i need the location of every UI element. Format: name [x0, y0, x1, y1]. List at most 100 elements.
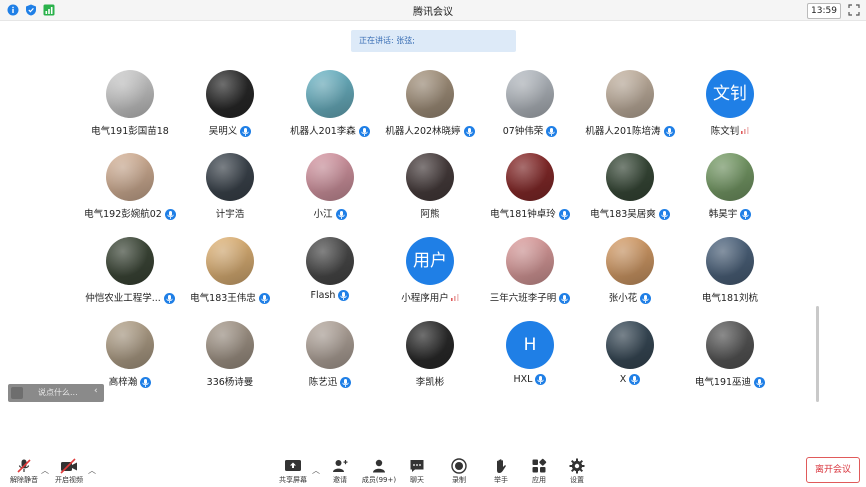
participant-tile[interactable]: H HXL: [480, 321, 580, 405]
participant-name: 电气183王伟忠: [190, 293, 256, 304]
mic-icon: [140, 377, 152, 388]
avatar-initials: [606, 153, 654, 201]
avatar: [706, 321, 754, 369]
participant-name: 李凯彬: [415, 377, 445, 388]
mic-icon: [338, 290, 350, 301]
participant-name: 机器人202林晓婷: [385, 126, 461, 137]
participant-tile[interactable]: Flash: [280, 237, 380, 321]
avatar-initials: [506, 153, 554, 201]
chevron-left-icon[interactable]: ‹: [94, 386, 98, 396]
video-options-chevron-icon[interactable]: ︿: [88, 465, 96, 476]
avatar: [206, 153, 254, 201]
participant-tile[interactable]: 电气191彭国苗18: [80, 70, 180, 154]
window-title: 腾讯会议: [413, 7, 453, 18]
participant-tile[interactable]: 电气192彭婉航02: [80, 153, 180, 237]
participant-tile[interactable]: 阿熊: [380, 153, 480, 237]
settings-button[interactable]: 设置: [555, 458, 599, 486]
avatar-initials: [406, 321, 454, 369]
leave-meeting-button[interactable]: 离开会议: [806, 457, 860, 483]
avatar: [306, 70, 354, 118]
avatar-initials: [106, 153, 154, 201]
participant-tile[interactable]: 韩昊宇: [680, 153, 780, 237]
participant-tile[interactable]: 计宇浩: [180, 153, 280, 237]
participant-tile[interactable]: 电气183吴居爽: [580, 153, 680, 237]
avatar: [206, 237, 254, 285]
participant-name: 吴明义: [208, 126, 238, 137]
volume-bars-icon: [450, 293, 459, 304]
grid-scrollbar[interactable]: [816, 306, 819, 402]
participant-tile[interactable]: 电气181刘杭: [680, 237, 780, 321]
record-icon: [451, 458, 467, 474]
participant-tile[interactable]: 电气183王伟忠: [180, 237, 280, 321]
avatar-initials: [706, 321, 754, 369]
avatar-initials: 用户: [413, 251, 447, 271]
participant-tile[interactable]: 电气181钟卓玲: [480, 153, 580, 237]
participant-tile[interactable]: 336杨诗曼: [180, 321, 280, 405]
participant-name: HXL: [513, 374, 533, 385]
record-button[interactable]: 录制: [437, 458, 481, 486]
avatar: [606, 321, 654, 369]
participant-name: 陈文钊: [710, 126, 740, 137]
avatar-initials: H: [523, 335, 537, 355]
participant-tile[interactable]: 用户小程序用户: [380, 237, 480, 321]
chat-button[interactable]: 聊天: [395, 458, 439, 486]
participant-tile[interactable]: 机器人201陈培涛: [580, 70, 680, 154]
avatar-initials: [106, 70, 154, 118]
apps-icon: [532, 458, 547, 473]
participant-tile[interactable]: 三年六班李子明: [480, 237, 580, 321]
avatar: [306, 237, 354, 285]
avatar-initials: [106, 321, 154, 369]
participant-name: 336杨诗曼: [206, 377, 254, 388]
participant-tile[interactable]: 机器人202林晓婷: [380, 70, 480, 154]
share-screen-button[interactable]: 共享屏幕: [271, 458, 315, 486]
participant-name: 电气183吴居爽: [590, 209, 656, 220]
avatar: [106, 153, 154, 201]
participant-tile[interactable]: 李凯彬: [380, 321, 480, 405]
avatar-initials: [206, 321, 254, 369]
avatar: [406, 321, 454, 369]
avatar-initials: [406, 70, 454, 118]
avatar-initials: [206, 237, 254, 285]
invite-button[interactable]: 邀请: [318, 458, 362, 486]
gear-icon: [569, 458, 585, 474]
participant-tile[interactable]: 07钟伟荣: [480, 70, 580, 154]
start-video-button[interactable]: 开启视频: [47, 458, 91, 486]
participant-tile[interactable]: 张小花: [580, 237, 680, 321]
participant-tile[interactable]: X: [580, 321, 680, 405]
participant-tile[interactable]: 小江: [280, 153, 380, 237]
mic-icon: [754, 377, 766, 388]
participant-name-row: 韩昊宇: [660, 206, 800, 220]
mic-icon: [240, 126, 252, 137]
avatar: [206, 70, 254, 118]
avatar: [706, 153, 754, 201]
avatar-initials: 文钊: [713, 84, 747, 104]
mic-muted-icon: [17, 459, 31, 473]
hand-icon: [497, 459, 506, 473]
avatar-initials: [706, 237, 754, 285]
participant-name-row: 陈文钊: [660, 123, 800, 137]
mic-icon: [629, 374, 641, 385]
participant-name: 机器人201陈培涛: [585, 126, 661, 137]
participant-tile[interactable]: 吴明义: [180, 70, 280, 154]
mic-icon: [740, 209, 752, 220]
avatar: [506, 237, 554, 285]
participant-tile[interactable]: 仲恺农业工程学...: [80, 237, 180, 321]
fullscreen-icon[interactable]: [848, 4, 860, 16]
participant-name: 电气192彭婉航02: [84, 209, 162, 220]
chat-quick-input[interactable]: 说点什么... ‹: [8, 384, 104, 402]
speaking-banner: 正在讲话: 张弦;: [351, 30, 516, 52]
unmute-button[interactable]: 解除静音: [2, 458, 46, 486]
avatar: [406, 153, 454, 201]
participant-name: 陈艺迅: [308, 377, 338, 388]
participant-tile[interactable]: 文钊 陈文钊: [680, 70, 780, 154]
participant-name: 小江: [313, 209, 333, 220]
participant-tile[interactable]: 机器人201李森: [280, 70, 380, 154]
participant-name: 韩昊宇: [708, 209, 738, 220]
avatar-initials: [306, 321, 354, 369]
chat-icon: [11, 387, 23, 399]
participant-tile[interactable]: 陈艺迅: [280, 321, 380, 405]
participant-name: 小程序用户: [401, 293, 449, 304]
avatar: [206, 321, 254, 369]
participant-name: 张小花: [608, 293, 638, 304]
participant-tile[interactable]: 电气191巫迪: [680, 321, 780, 405]
